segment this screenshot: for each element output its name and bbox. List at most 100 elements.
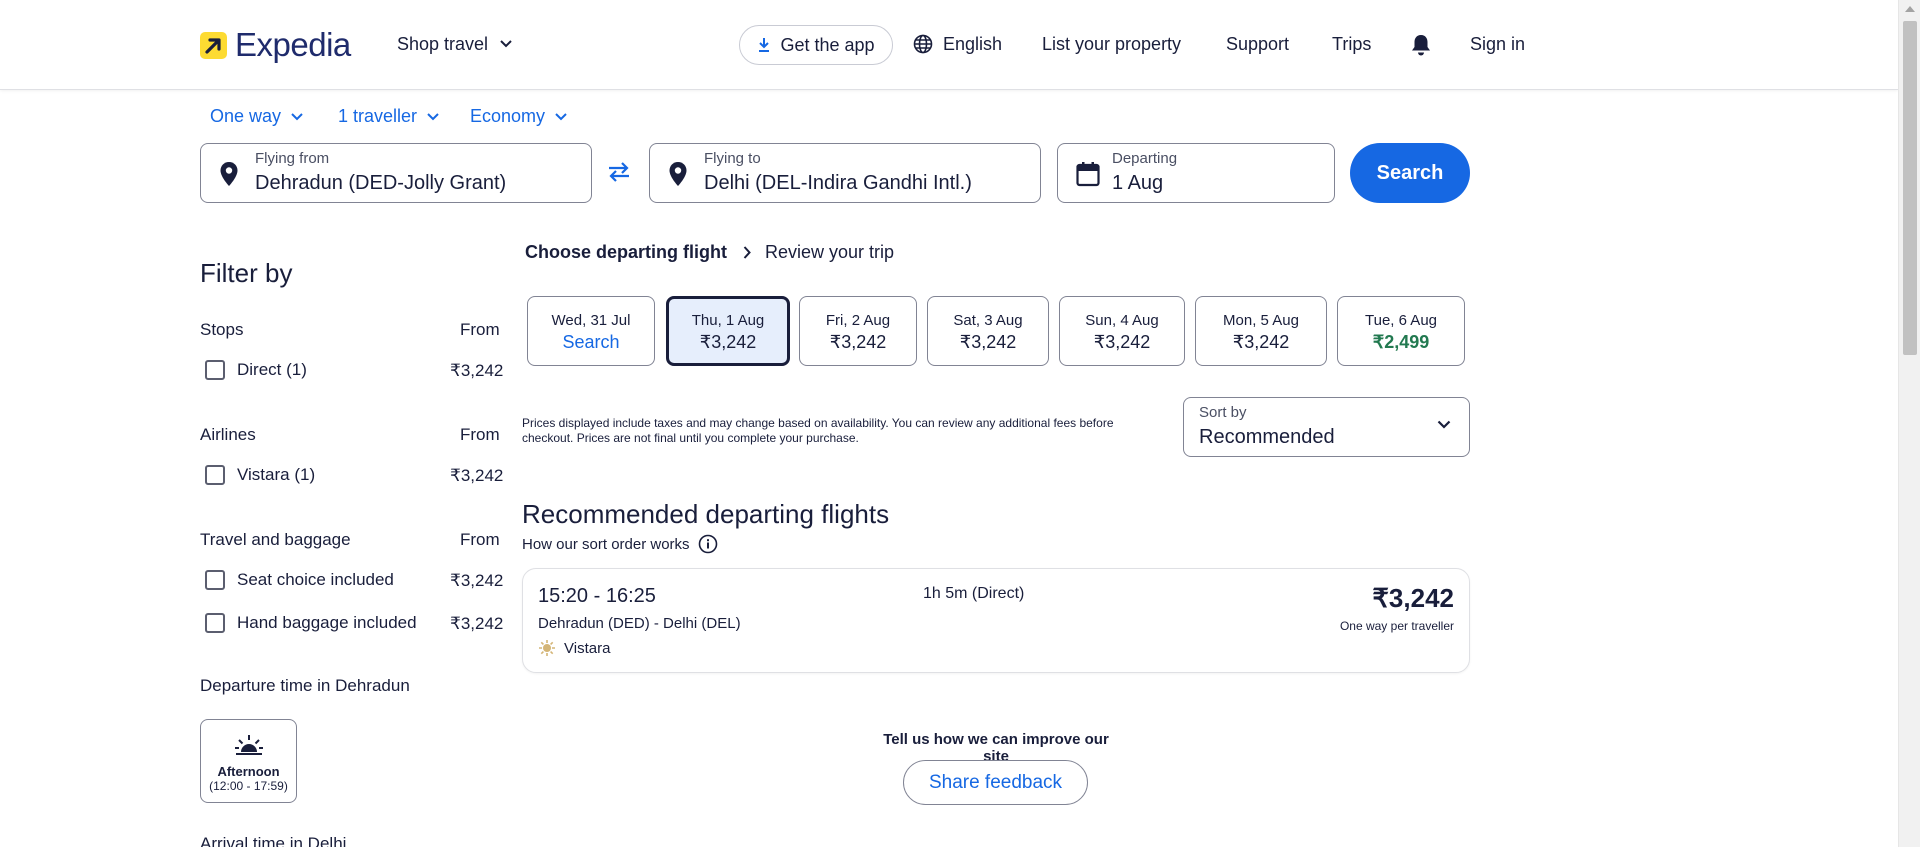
- sort-order-info-link[interactable]: How our sort order works: [522, 534, 718, 554]
- sign-in-link[interactable]: Sign in: [1470, 33, 1525, 55]
- list-property-link[interactable]: List your property: [1042, 33, 1181, 55]
- notifications-bell-icon[interactable]: [1410, 33, 1432, 62]
- shop-travel-menu[interactable]: Shop travel: [397, 33, 512, 55]
- checkbox[interactable]: [205, 360, 225, 380]
- filter-seat-choice-price: ₹3,242: [450, 571, 504, 590]
- flying-to-value: Delhi (DEL-Indira Gandhi Intl.): [704, 172, 972, 194]
- departing-value: 1 Aug: [1112, 172, 1164, 194]
- afternoon-time-option[interactable]: Afternoon (12:00 - 17:59): [200, 719, 297, 803]
- breadcrumb-next: Review your trip: [765, 242, 895, 262]
- filter-seat-choice[interactable]: Seat choice included: [205, 570, 394, 590]
- flight-result-card[interactable]: 15:20 - 16:25 1h 5m (Direct) Dehradun (D…: [522, 568, 1470, 673]
- get-the-app-button[interactable]: Get the app: [739, 25, 893, 65]
- trips-label: Trips: [1332, 34, 1372, 54]
- flight-route: Dehradun (DED) - Delhi (DEL): [538, 615, 741, 632]
- filter-vistara-label: Vistara (1): [237, 465, 316, 484]
- share-feedback-button[interactable]: Share feedback: [903, 760, 1088, 805]
- flying-from-field[interactable]: Flying from Dehradun (DED-Jolly Grant): [200, 143, 592, 203]
- date-price: ₹3,242: [959, 332, 1017, 352]
- get-the-app-label: Get the app: [780, 34, 875, 55]
- date-option[interactable]: Tue, 6 Aug ₹2,499: [1337, 296, 1465, 366]
- filter-vistara[interactable]: Vistara (1): [205, 465, 315, 485]
- date-label: Fri, 2 Aug: [825, 312, 891, 329]
- date-option-selected[interactable]: Thu, 1 Aug ₹3,242: [666, 296, 790, 366]
- departing-label: Departing: [1112, 150, 1178, 167]
- filter-direct[interactable]: Direct (1): [205, 360, 307, 380]
- departing-date-field[interactable]: Departing 1 Aug: [1057, 143, 1335, 203]
- chevron-right-icon: [743, 246, 751, 259]
- info-icon: [698, 534, 717, 554]
- search-button[interactable]: Search: [1350, 143, 1470, 203]
- price-disclaimer: Prices displayed include taxes and may c…: [522, 416, 1114, 445]
- checkbox[interactable]: [205, 465, 225, 485]
- sort-order-info-label: How our sort order works: [522, 535, 690, 553]
- location-pin-icon: [220, 162, 238, 186]
- filter-hand-baggage[interactable]: Hand baggage included: [205, 613, 417, 633]
- afternoon-range: (12:00 - 17:59): [209, 779, 288, 793]
- date-option[interactable]: Mon, 5 Aug ₹3,242: [1195, 296, 1327, 366]
- date-option[interactable]: Wed, 31 Jul Search: [527, 296, 655, 366]
- date-label: Tue, 6 Aug: [1365, 312, 1437, 329]
- date-option[interactable]: Sun, 4 Aug ₹3,242: [1059, 296, 1185, 366]
- flying-from-label: Flying from: [255, 150, 330, 167]
- date-price: ₹2,499: [1372, 332, 1430, 352]
- date-label: Sat, 3 Aug: [953, 312, 1023, 329]
- flying-to-field[interactable]: Flying to Delhi (DEL-Indira Gandhi Intl.…: [649, 143, 1041, 203]
- sign-in-label: Sign in: [1470, 34, 1526, 54]
- date-price: ₹3,242: [829, 332, 887, 352]
- scrollbar-thumb[interactable]: [1903, 21, 1917, 355]
- scroll-up-arrow-icon[interactable]: [1905, 6, 1915, 12]
- flight-duration: 1h 5m (Direct): [923, 585, 1025, 602]
- trips-link[interactable]: Trips: [1332, 33, 1371, 55]
- travellers-label: 1 traveller: [338, 106, 418, 126]
- chevron-down-icon: [1437, 420, 1451, 429]
- travel-baggage-heading: Travel and baggage: [200, 530, 351, 549]
- swap-locations-icon[interactable]: [607, 161, 631, 188]
- departure-time-heading: Departure time in Dehradun: [200, 676, 410, 695]
- cabin-class-label: Economy: [470, 106, 546, 126]
- date-label: Wed, 31 Jul: [551, 312, 631, 329]
- travellers-dropdown[interactable]: 1 traveller: [338, 106, 439, 127]
- filter-direct-label: Direct (1): [237, 360, 307, 379]
- logo-arrow-icon: [200, 31, 227, 59]
- sort-by-dropdown[interactable]: Sort by Recommended: [1183, 397, 1470, 457]
- checkbox[interactable]: [205, 570, 225, 590]
- date-price: ₹3,242: [699, 332, 757, 352]
- page-scrollbar[interactable]: [1898, 0, 1920, 847]
- sort-by-value: Recommended: [1199, 426, 1335, 448]
- checkbox[interactable]: [205, 613, 225, 633]
- logo-text: Expedia: [235, 26, 351, 63]
- trip-type-dropdown[interactable]: One way: [210, 106, 303, 127]
- vistara-logo-icon: [539, 640, 555, 656]
- date-price: ₹3,242: [1093, 332, 1151, 352]
- globe-icon: [913, 34, 933, 54]
- breadcrumb: Choose departing flight Review your trip: [525, 242, 894, 263]
- chevron-down-icon: [291, 112, 303, 120]
- filter-vistara-price: ₹3,242: [450, 466, 504, 485]
- from-label: From: [460, 320, 500, 339]
- from-label: From: [460, 425, 500, 444]
- flight-airline: Vistara: [538, 639, 610, 657]
- shop-travel-label: Shop travel: [397, 34, 489, 54]
- date-label: Sun, 4 Aug: [1085, 312, 1159, 329]
- chevron-down-icon: [555, 112, 567, 120]
- location-pin-icon: [669, 162, 687, 186]
- cabin-class-dropdown[interactable]: Economy: [470, 106, 567, 127]
- chevron-down-icon: [500, 40, 512, 48]
- language-selector[interactable]: English: [913, 33, 1002, 55]
- chevron-down-icon: [427, 112, 439, 120]
- list-property-label: List your property: [1042, 34, 1182, 54]
- afternoon-label: Afternoon: [217, 764, 280, 779]
- trip-type-label: One way: [210, 106, 282, 126]
- flight-times: 15:20 - 16:25: [538, 585, 656, 607]
- flying-from-value: Dehradun (DED-Jolly Grant): [255, 172, 507, 194]
- date-price: Search: [562, 332, 620, 352]
- expedia-logo[interactable]: Expedia: [200, 26, 351, 63]
- sun-icon: [235, 735, 263, 755]
- language-label: English: [943, 34, 1003, 54]
- support-link[interactable]: Support: [1226, 33, 1289, 55]
- date-option[interactable]: Fri, 2 Aug ₹3,242: [799, 296, 917, 366]
- date-option[interactable]: Sat, 3 Aug ₹3,242: [927, 296, 1049, 366]
- filter-direct-price: ₹3,242: [450, 361, 504, 380]
- flying-to-label: Flying to: [704, 150, 761, 167]
